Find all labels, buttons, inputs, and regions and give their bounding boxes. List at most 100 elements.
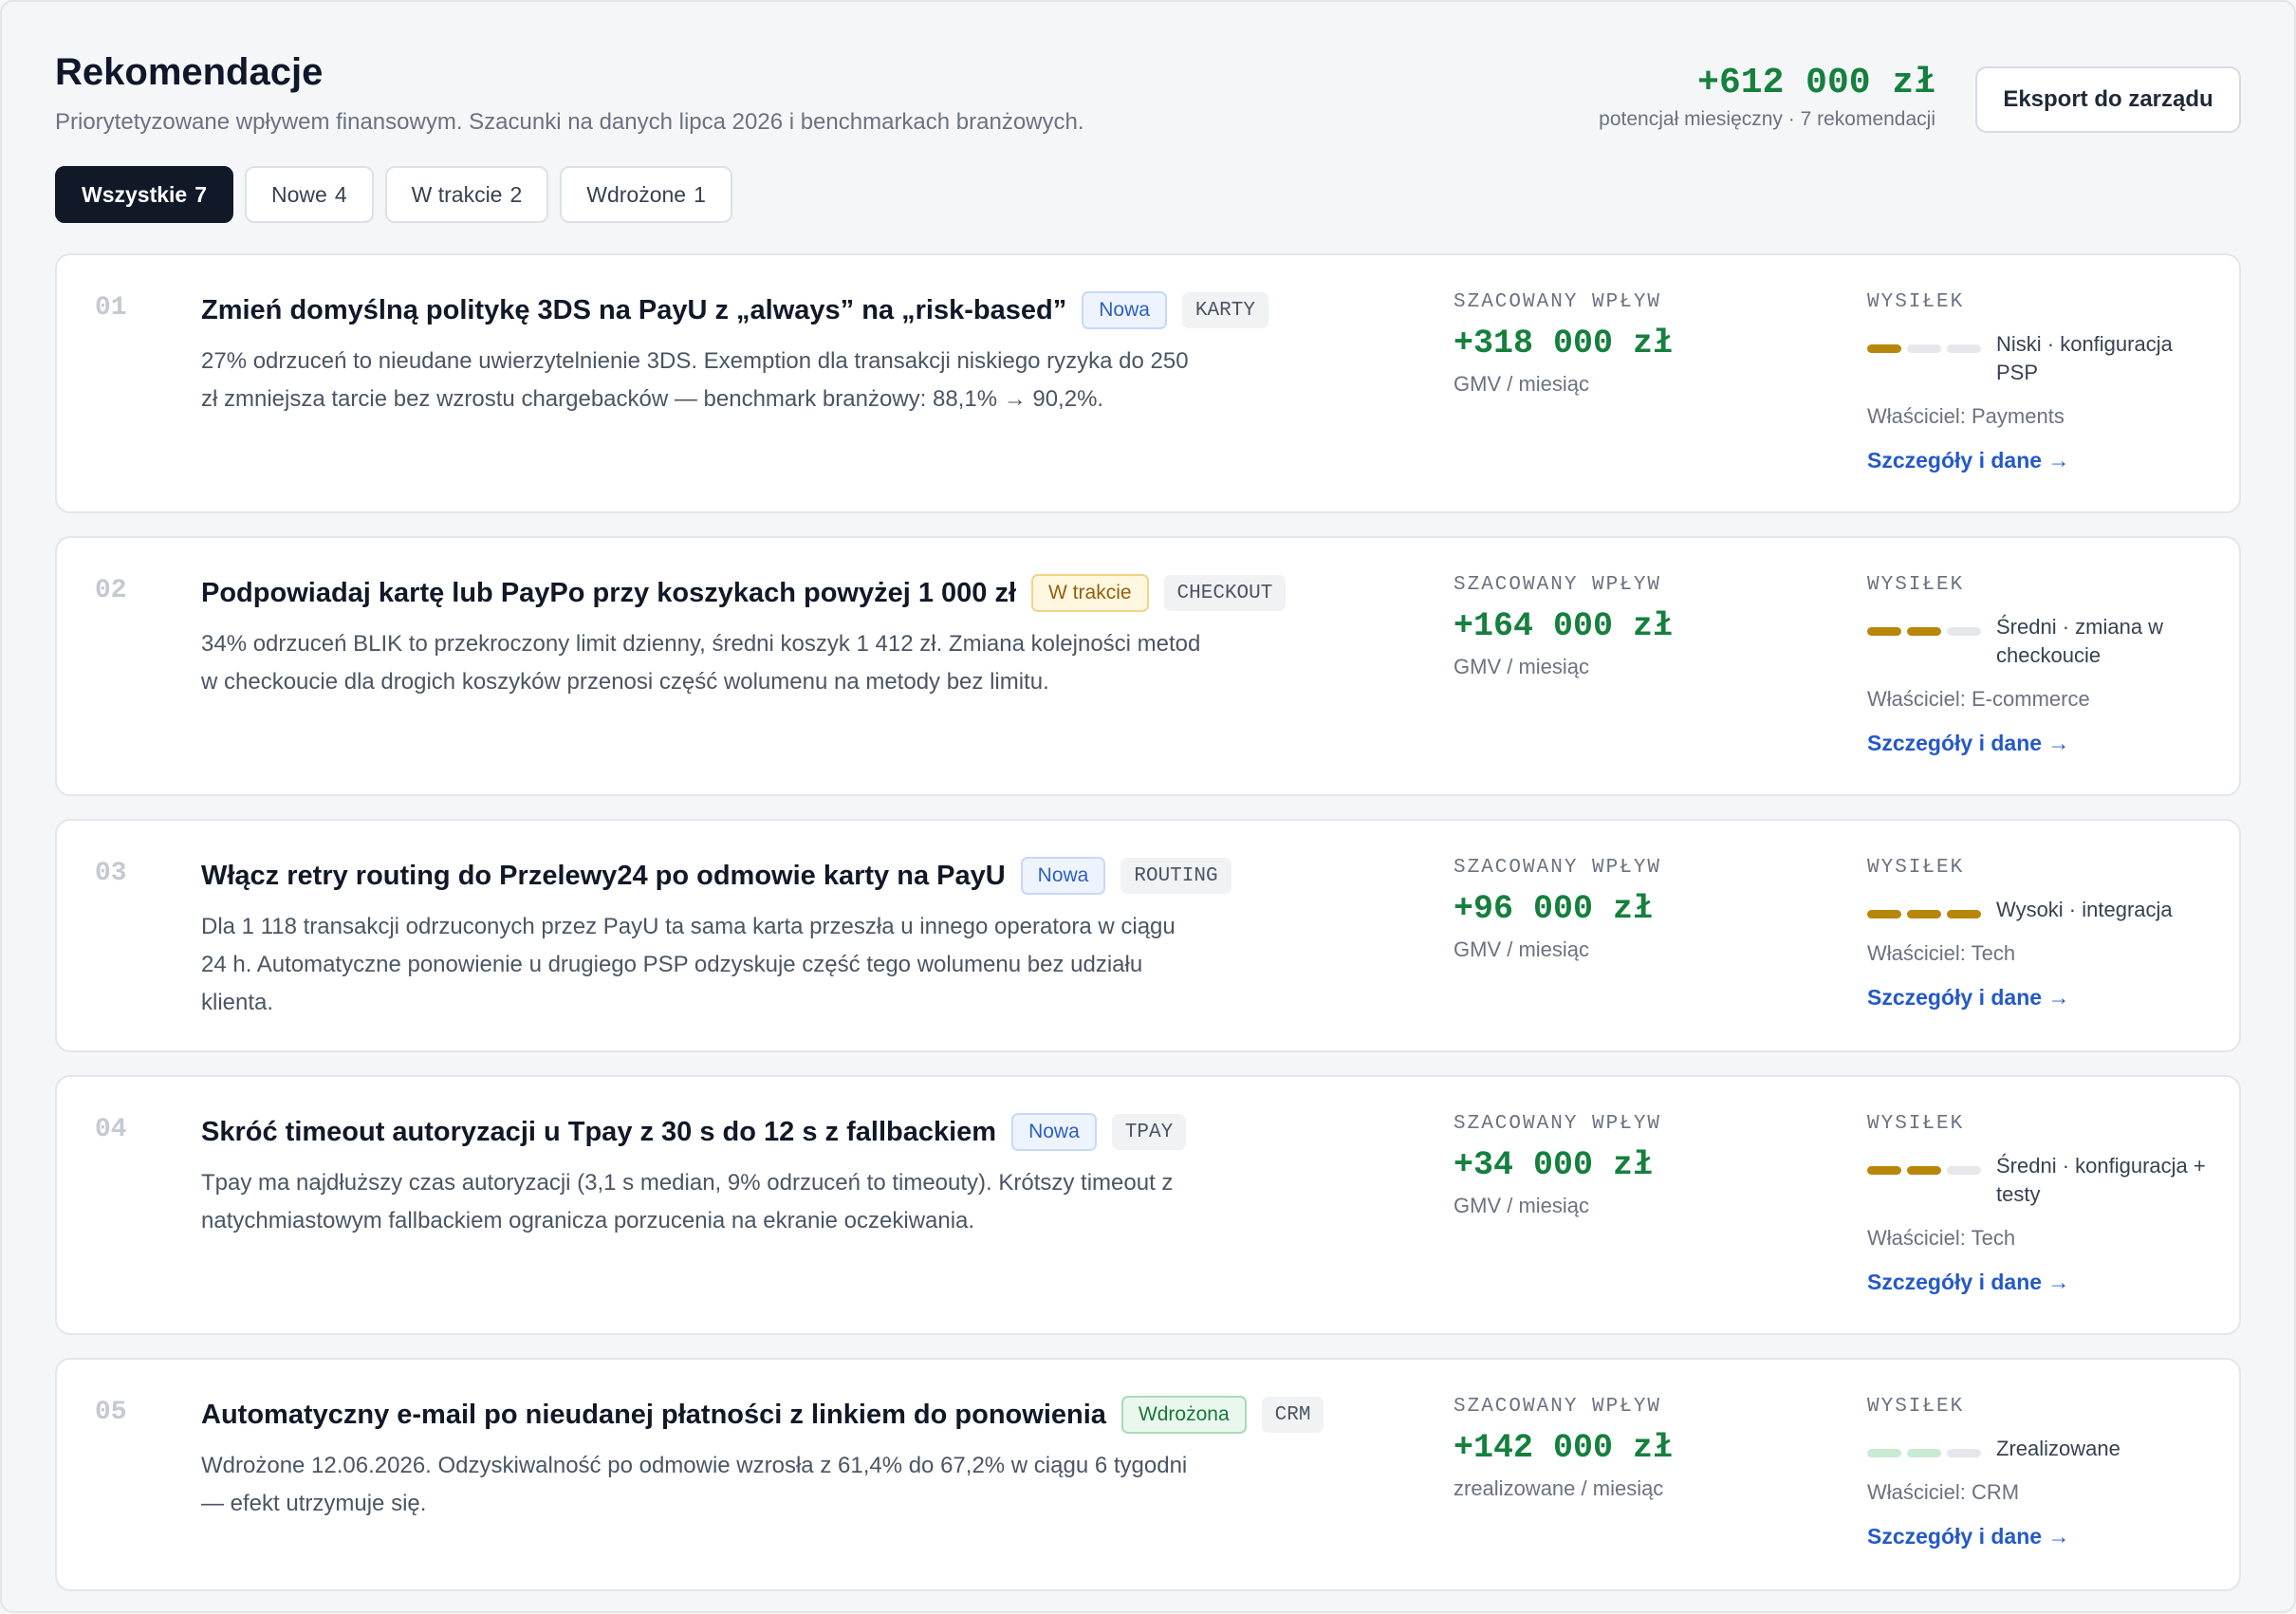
recommendation-description: 27% odrzuceń to nieudane uwierzytelnieni… (201, 348, 1189, 412)
recommendation-number: 05 (95, 1398, 127, 1427)
effort-text: Zrealizowane (1996, 1437, 2120, 1460)
recommendation-main: Włącz retry routing do Przelewy24 po odm… (201, 857, 1321, 1022)
filter-tab-count: 2 (509, 181, 523, 207)
recommendation-main: Podpowiadaj kartę lub PayPo przy koszyka… (201, 574, 1321, 701)
effort-column: WYSIŁEK Wysoki · integracja Właściciel: … (1867, 857, 2218, 1011)
effort-text: Wysoki · integracja (1996, 898, 2173, 921)
effort-bar (1907, 910, 1941, 918)
recommendation-description: Tpay ma najdłuższy czas autoryzacji (3,1… (201, 1170, 1174, 1234)
effort-bar (1907, 1166, 1941, 1175)
effort-bar (1947, 1449, 1981, 1457)
effort-column: WYSIŁEK Zrealizowane Właściciel: CRM Szc… (1867, 1396, 2218, 1549)
recommendation-description: Wdrożone 12.06.2026. Odzyskiwalność po o… (201, 1453, 1188, 1516)
recommendation-title: Skróć timeout autoryzacji u Tpay z 30 s … (201, 1116, 997, 1147)
recommendations-list: 01 Zmień domyślną politykę 3DS na PayU z… (55, 253, 2241, 1591)
export-button[interactable]: Eksport do zarządu (1975, 66, 2241, 133)
filter-tab-3[interactable]: Wdrożone 1 (560, 166, 732, 223)
category-tag: CHECKOUT (1163, 575, 1287, 611)
total-potential: +612 000 zł (1697, 63, 1935, 103)
page-header: Rekomendacje Priorytetyzowane wpływem fi… (55, 46, 2241, 150)
impact-unit: GMV / miesiąc (1454, 937, 1590, 961)
status-badge: Nowa (1020, 857, 1106, 895)
effort-row: Średni · konfiguracja + testy (1867, 1152, 2218, 1209)
effort-row: Niski · konfiguracja PSP (1867, 330, 2218, 387)
effort-meter (1867, 910, 1981, 918)
impact-label: SZACOWANY WPŁYW (1454, 857, 1662, 879)
status-badge: Wdrożona (1120, 1396, 1247, 1434)
effort-bar (1907, 1449, 1941, 1457)
impact-value: +34 000 zł (1454, 1146, 1654, 1184)
impact-column: SZACOWANY WPŁYW +96 000 zł GMV / miesiąc (1454, 857, 1833, 962)
impact-label: SZACOWANY WPŁYW (1454, 291, 1662, 313)
details-link[interactable]: Szczegóły i dane → (1867, 731, 2069, 756)
effort-bar (1947, 910, 1981, 918)
owner-text: Właściciel: Payments (1867, 404, 2065, 428)
title-row: Automatyczny e-mail po nieudanej płatnoś… (201, 1396, 1324, 1434)
recommendation-main: Skróć timeout autoryzacji u Tpay z 30 s … (201, 1113, 1321, 1240)
effort-bar (1907, 627, 1941, 636)
effort-label: WYSIŁEK (1867, 291, 1965, 313)
details-link[interactable]: Szczegóły i dane → (1867, 1524, 2069, 1549)
recommendation-description: 34% odrzuceń BLIK to przekroczony limit … (201, 631, 1201, 695)
filter-tab-count: 1 (694, 181, 706, 207)
effort-bar (1867, 344, 1901, 353)
effort-label: WYSIŁEK (1867, 1113, 1965, 1135)
impact-label: SZACOWANY WPŁYW (1454, 1113, 1662, 1135)
filter-tab-1[interactable]: Nowe 4 (245, 166, 374, 223)
effort-text: Średni · konfiguracja + testy (1996, 1154, 2206, 1206)
impact-value: +96 000 zł (1454, 890, 1654, 928)
impact-column: SZACOWANY WPŁYW +318 000 zł GMV / miesią… (1454, 291, 1833, 397)
filter-tab-0[interactable]: Wszystkie 7 (55, 166, 234, 223)
details-link[interactable]: Szczegóły i dane → (1867, 448, 2069, 473)
impact-column: SZACOWANY WPŁYW +164 000 zł GMV / miesią… (1454, 574, 1833, 679)
impact-label: SZACOWANY WPŁYW (1454, 574, 1662, 596)
category-tag: CRM (1261, 1397, 1324, 1433)
status-badge: Nowa (1011, 1113, 1097, 1151)
recommendation-number: 03 (95, 859, 127, 888)
details-link[interactable]: Szczegóły i dane → (1867, 1270, 2069, 1295)
impact-value: +318 000 zł (1454, 325, 1674, 362)
recommendations-page: Rekomendacje Priorytetyzowane wpływem fi… (55, 46, 2241, 1614)
effort-column: WYSIŁEK Niski · konfiguracja PSP Właścic… (1867, 291, 2218, 473)
recommendation-number: 01 (95, 293, 127, 323)
title-row: Włącz retry routing do Przelewy24 po odm… (201, 857, 1321, 895)
effort-text: Niski · konfiguracja PSP (1996, 332, 2173, 384)
impact-label: SZACOWANY WPŁYW (1454, 1396, 1662, 1418)
owner-text: Właściciel: E-commerce (1867, 687, 2090, 711)
recommendation-title: Zmień domyślną politykę 3DS na PayU z „a… (201, 294, 1067, 325)
effort-meter (1867, 1166, 1981, 1175)
filter-tab-label: Wszystkie (82, 181, 188, 207)
recommendation-number: 02 (95, 576, 127, 605)
recommendation-card: 01 Zmień domyślną politykę 3DS na PayU z… (55, 253, 2241, 513)
owner-text: Właściciel: Tech (1867, 941, 2016, 965)
filter-tab-2[interactable]: W trakcie 2 (384, 166, 549, 223)
effort-bar (1867, 1449, 1901, 1457)
recommendation-main: Zmień domyślną politykę 3DS na PayU z „a… (201, 291, 1321, 418)
filter-tab-label: Nowe (271, 181, 327, 207)
effort-label: WYSIŁEK (1867, 857, 1965, 879)
details-link[interactable]: Szczegóły i dane → (1867, 985, 2069, 1011)
category-tag: TPAY (1111, 1114, 1187, 1150)
title-row: Skróć timeout autoryzacji u Tpay z 30 s … (201, 1113, 1321, 1151)
recommendation-title: Włącz retry routing do Przelewy24 po odm… (201, 860, 1006, 891)
effort-row: Średni · zmiana w checkoucie (1867, 613, 2218, 670)
filter-tabs: Wszystkie 7 Nowe 4 W trakcie 2 Wdrożone … (55, 166, 2241, 223)
impact-unit: GMV / miesiąc (1454, 655, 1590, 678)
title-row: Podpowiadaj kartę lub PayPo przy koszyka… (201, 574, 1321, 612)
effort-bar (1907, 344, 1941, 353)
effort-label: WYSIŁEK (1867, 574, 1965, 596)
impact-unit: GMV / miesiąc (1454, 1194, 1590, 1217)
impact-value: +164 000 zł (1454, 607, 1674, 645)
status-badge: Nowa (1082, 291, 1167, 329)
filter-tab-count: 4 (334, 181, 347, 207)
effort-bar (1867, 1166, 1901, 1175)
recommendation-card: 03 Włącz retry routing do Przelewy24 po … (55, 819, 2241, 1052)
category-tag: KARTY (1181, 292, 1268, 328)
recommendation-main: Automatyczny e-mail po nieudanej płatnoś… (201, 1396, 1324, 1523)
effort-meter (1867, 627, 1981, 636)
effort-bar (1947, 627, 1981, 636)
effort-column: WYSIŁEK Średni · zmiana w checkoucie Wła… (1867, 574, 2218, 756)
recommendation-title: Automatyczny e-mail po nieudanej płatnoś… (201, 1399, 1106, 1430)
effort-meter (1867, 1449, 1981, 1457)
owner-text: Właściciel: Tech (1867, 1226, 2016, 1250)
